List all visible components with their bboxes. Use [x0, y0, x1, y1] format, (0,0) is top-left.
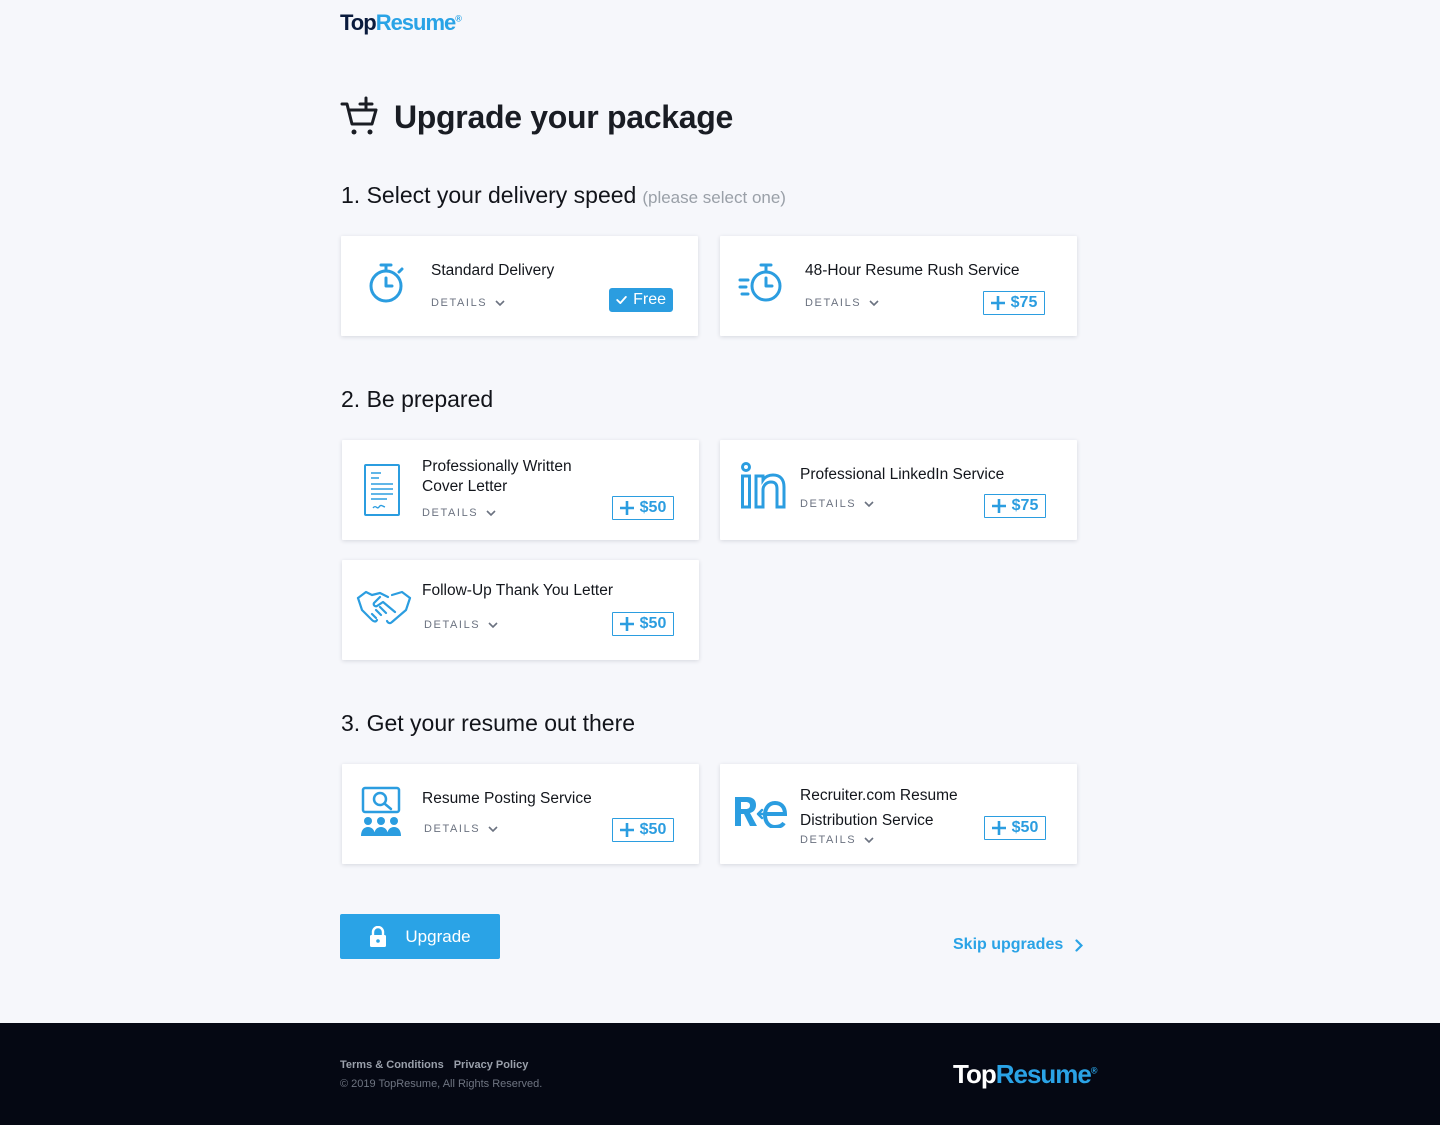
- audience-search-icon: [361, 786, 401, 836]
- card-recruiter-distribution[interactable]: Recruiter.com Resume Distribution Servic…: [720, 764, 1077, 864]
- page-title: Upgrade your package: [340, 96, 733, 138]
- card-title: 48-Hour Resume Rush Service: [805, 262, 1020, 279]
- details-toggle[interactable]: DETAILS: [431, 297, 505, 309]
- terms-link[interactable]: Terms & Conditions: [340, 1059, 444, 1071]
- price-free-badge[interactable]: Free: [609, 288, 673, 312]
- card-title: Follow-Up Thank You Letter: [422, 582, 613, 599]
- chevron-down-icon: [488, 621, 498, 628]
- chevron-down-icon: [486, 509, 496, 516]
- footer-topresume-logo[interactable]: TopResume®: [953, 1059, 1098, 1090]
- topresume-logo[interactable]: TopResume®: [340, 10, 462, 36]
- cart-plus-icon: [340, 96, 378, 135]
- card-standard-delivery[interactable]: Standard Delivery DETAILS Free: [341, 236, 698, 336]
- card-linkedin[interactable]: Professional LinkedIn Service DETAILS $7…: [720, 440, 1077, 540]
- add-resume-posting-button[interactable]: $50: [612, 818, 674, 842]
- add-recruiter-button[interactable]: $50: [984, 816, 1046, 840]
- chevron-down-icon: [869, 299, 879, 306]
- card-rush-service[interactable]: 48-Hour Resume Rush Service DETAILS $75: [720, 236, 1077, 336]
- page-heading: Upgrade your package: [394, 98, 734, 135]
- card-thank-you-letter[interactable]: Follow-Up Thank You Letter DETAILS $50: [342, 560, 699, 660]
- plus-icon: [991, 499, 1006, 513]
- check-icon: [616, 295, 627, 305]
- privacy-link[interactable]: Privacy Policy: [454, 1059, 529, 1071]
- skip-upgrades-link[interactable]: Skip upgrades: [953, 936, 1084, 954]
- plus-icon: [619, 501, 634, 515]
- add-rush-button[interactable]: $75: [983, 291, 1045, 315]
- details-toggle[interactable]: DETAILS: [424, 619, 498, 631]
- card-cover-letter[interactable]: Professionally Written Cover Letter DETA…: [342, 440, 699, 540]
- chevron-down-icon: [495, 299, 505, 306]
- upgrade-button[interactable]: Upgrade: [340, 914, 500, 959]
- recruiter-logo-icon: [735, 797, 788, 828]
- lock-icon: [370, 925, 387, 947]
- section-heading-out-there: 3. Get your resume out there: [341, 710, 636, 736]
- footer: Terms & Conditions Privacy Policy © 2019…: [0, 1023, 1440, 1125]
- card-title: Recruiter.com Resume Distribution Servic…: [800, 787, 958, 829]
- footer-links: Terms & Conditions Privacy Policy: [340, 1059, 528, 1071]
- plus-icon: [619, 823, 634, 837]
- card-title: Standard Delivery: [431, 262, 555, 279]
- card-title: Professionally Written Cover Letter: [422, 458, 572, 495]
- chevron-down-icon: [864, 500, 874, 507]
- handshake-icon: [356, 590, 412, 625]
- details-toggle[interactable]: DETAILS: [800, 834, 874, 846]
- chevron-down-icon: [488, 825, 498, 832]
- details-toggle[interactable]: DETAILS: [800, 498, 874, 510]
- details-toggle[interactable]: DETAILS: [422, 507, 496, 519]
- details-toggle[interactable]: DETAILS: [805, 297, 879, 309]
- details-toggle[interactable]: DETAILS: [424, 823, 498, 835]
- plus-icon: [990, 296, 1005, 310]
- add-thank-you-button[interactable]: $50: [612, 612, 674, 636]
- copyright-text: © 2019 TopResume, All Rights Reserved.: [340, 1078, 543, 1090]
- card-title: Resume Posting Service: [422, 790, 592, 807]
- plus-icon: [619, 617, 634, 631]
- section-heading-prepared: 2. Be prepared: [341, 386, 494, 412]
- add-cover-letter-button[interactable]: $50: [612, 496, 674, 520]
- section-heading-delivery: 1. Select your delivery speed (please sel…: [341, 182, 786, 208]
- chevron-down-icon: [864, 836, 874, 843]
- stopwatch-icon: [369, 263, 404, 303]
- fast-stopwatch-icon: [738, 263, 782, 302]
- section-hint: (please select one): [642, 188, 786, 207]
- card-resume-posting[interactable]: Resume Posting Service DETAILS $50: [342, 764, 699, 864]
- add-linkedin-button[interactable]: $75: [984, 494, 1046, 518]
- chevron-right-icon: [1075, 938, 1084, 952]
- card-title: Professional LinkedIn Service: [800, 466, 1005, 483]
- linkedin-icon: [741, 462, 786, 509]
- document-icon: [364, 464, 400, 516]
- plus-icon: [991, 821, 1006, 835]
